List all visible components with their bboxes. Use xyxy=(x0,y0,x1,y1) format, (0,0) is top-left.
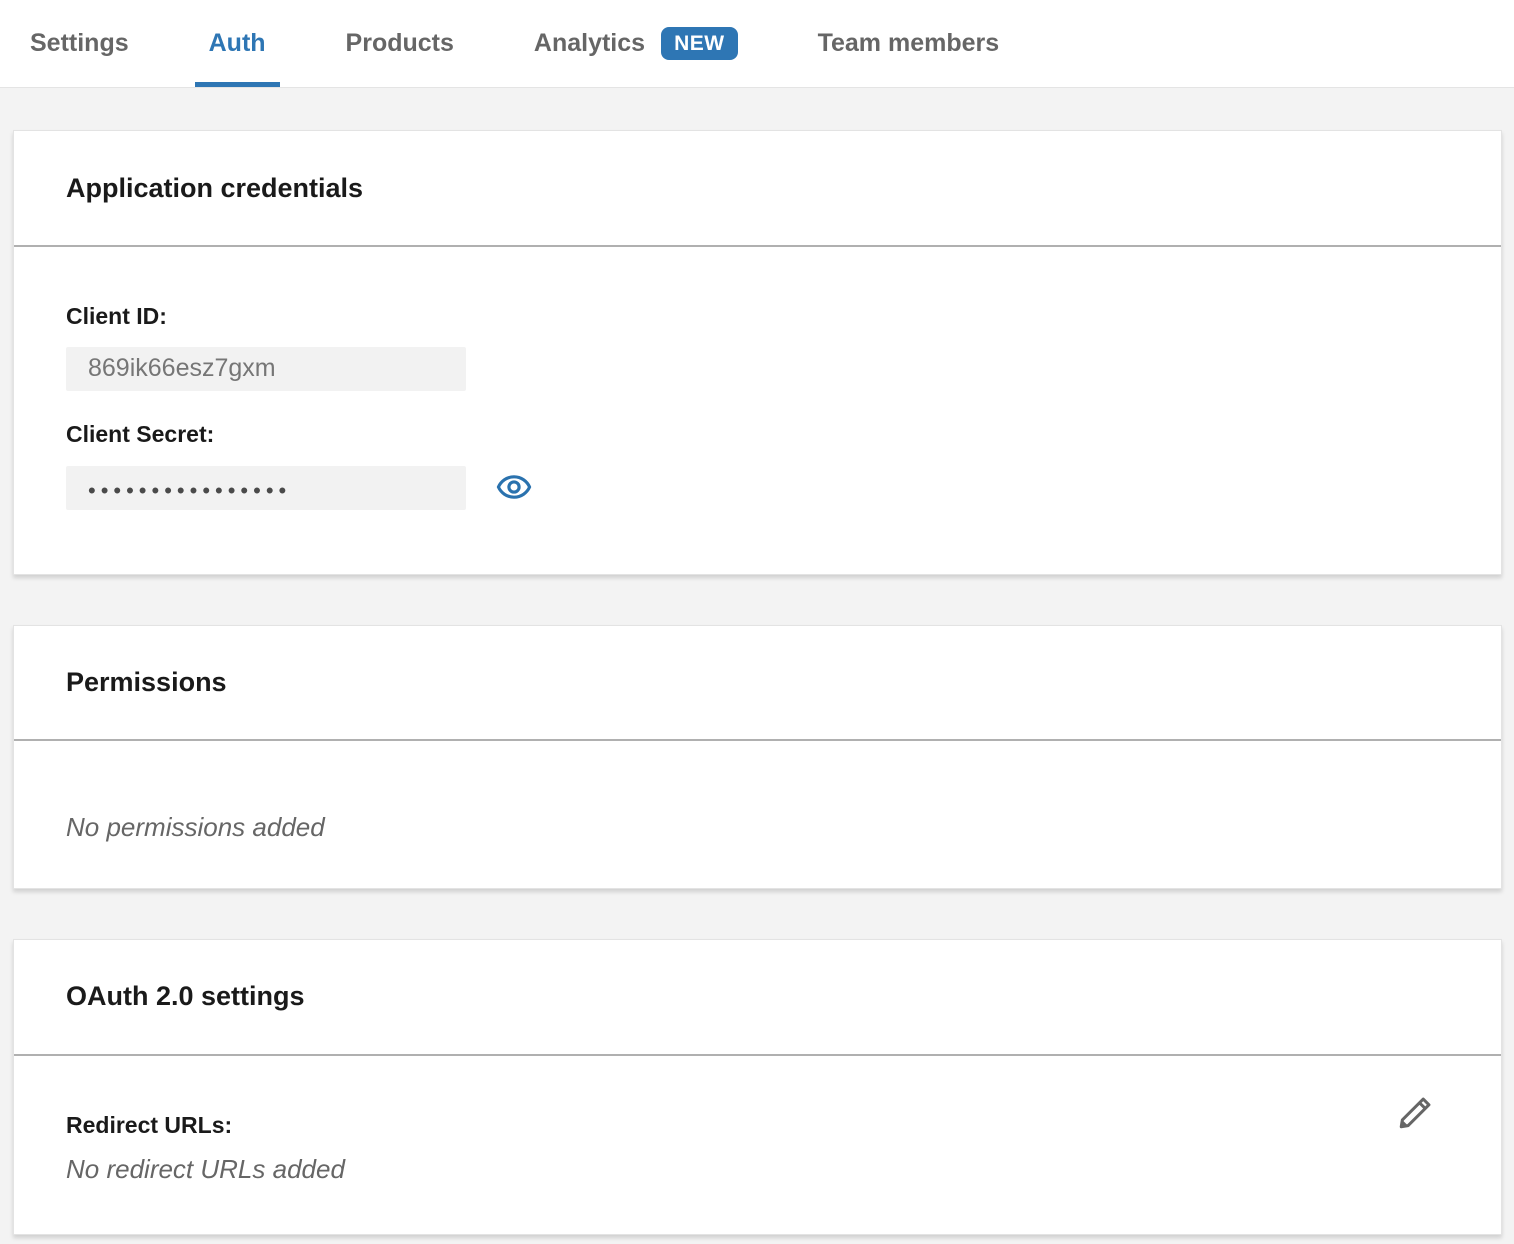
oauth-settings-header: OAuth 2.0 settings xyxy=(14,940,1501,1056)
client-id-field[interactable]: 869ik66esz7gxm xyxy=(66,347,466,391)
tab-settings-label: Settings xyxy=(30,29,129,58)
client-secret-label: Client Secret: xyxy=(66,421,1449,449)
tab-team-members[interactable]: Team members xyxy=(804,0,1014,87)
oauth-settings-title: OAuth 2.0 settings xyxy=(66,981,305,1012)
tab-analytics-label: Analytics xyxy=(534,29,645,58)
permissions-header: Permissions xyxy=(14,626,1501,741)
tab-auth[interactable]: Auth xyxy=(195,0,280,87)
client-secret-field[interactable]: •••••••••••••••• xyxy=(66,466,466,510)
tab-auth-label: Auth xyxy=(209,29,266,58)
no-redirect-urls-text: No redirect URLs added xyxy=(66,1153,1449,1186)
client-secret-row: •••••••••••••••• xyxy=(66,466,1449,510)
oauth-settings-card: OAuth 2.0 settings Redirect URLs: No red… xyxy=(13,939,1502,1235)
tab-team-members-label: Team members xyxy=(818,29,1000,58)
tab-products[interactable]: Products xyxy=(332,0,468,87)
edit-redirect-urls-button[interactable] xyxy=(1396,1094,1434,1132)
main-content: Application credentials Client ID: 869ik… xyxy=(0,130,1514,1235)
tab-products-label: Products xyxy=(346,29,454,58)
tab-analytics[interactable]: Analytics NEW xyxy=(520,0,752,87)
permissions-card: Permissions No permissions added xyxy=(13,625,1502,889)
application-credentials-card: Application credentials Client ID: 869ik… xyxy=(13,130,1502,575)
no-permissions-text: No permissions added xyxy=(66,811,1449,844)
permissions-title: Permissions xyxy=(66,667,227,698)
application-credentials-body: Client ID: 869ik66esz7gxm Client Secret:… xyxy=(14,247,1501,574)
new-badge: NEW xyxy=(661,27,738,60)
tab-bar: Settings Auth Products Analytics NEW Tea… xyxy=(0,0,1514,88)
permissions-body: No permissions added xyxy=(14,741,1501,888)
application-credentials-header: Application credentials xyxy=(14,131,1501,247)
oauth-settings-body: Redirect URLs: No redirect URLs added xyxy=(14,1056,1501,1234)
client-id-label: Client ID: xyxy=(66,303,1449,331)
pencil-icon xyxy=(1396,1120,1434,1135)
tab-settings[interactable]: Settings xyxy=(16,0,143,87)
show-client-secret-button[interactable] xyxy=(496,470,532,506)
redirect-urls-label: Redirect URLs: xyxy=(66,1112,1449,1140)
eye-icon xyxy=(496,469,532,508)
application-credentials-title: Application credentials xyxy=(66,173,363,204)
